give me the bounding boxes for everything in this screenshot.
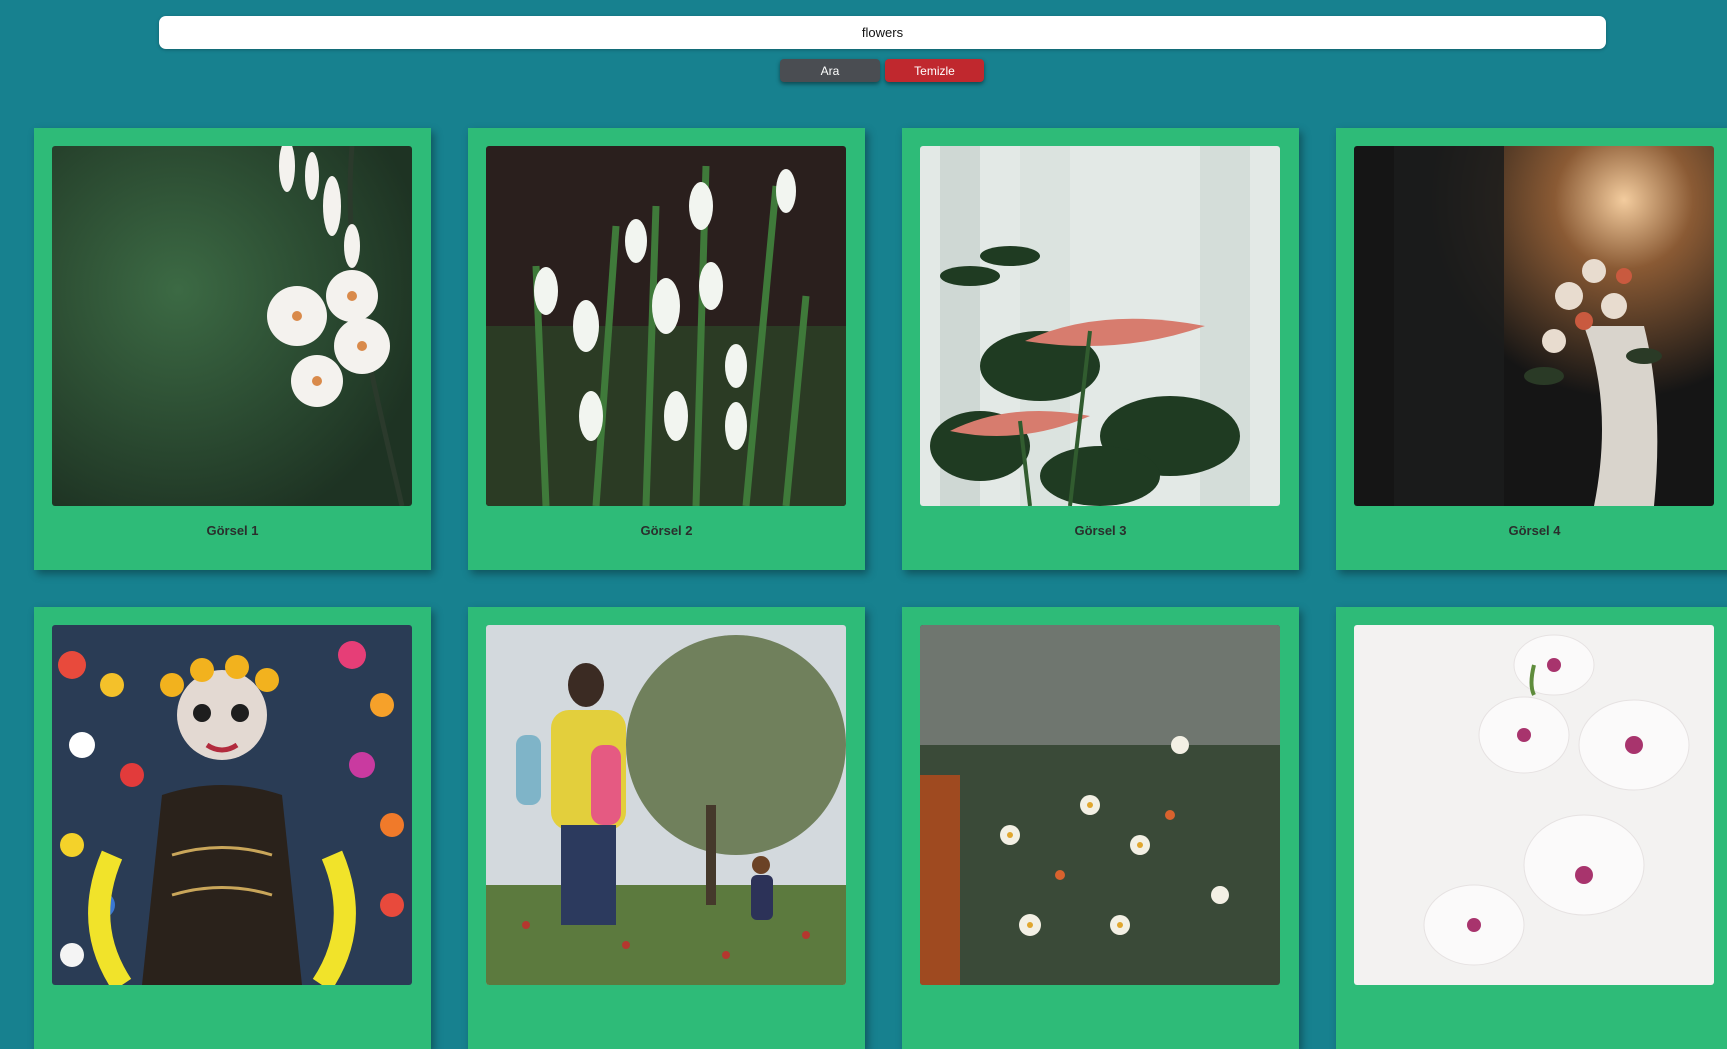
gallery-card[interactable]: Görsel 4 [1336, 128, 1727, 570]
gallery-card[interactable] [902, 607, 1299, 1049]
gallery-caption: Görsel 1 [206, 523, 259, 538]
gallery-card[interactable]: Görsel 1 [34, 128, 431, 570]
family-field-image [486, 625, 846, 985]
search-actions: Ara Temizle [780, 59, 984, 82]
clear-button[interactable]: Temizle [885, 59, 984, 82]
gallery-card[interactable]: Görsel 3 [902, 128, 1299, 570]
gallery-caption: Görsel 4 [1508, 523, 1561, 538]
gallery-card[interactable]: Görsel 2 [468, 128, 865, 570]
bridal-bouquet-image [1354, 146, 1714, 506]
flower-crown-woman-image [52, 625, 412, 985]
gallery-image[interactable] [1354, 625, 1714, 985]
gallery-card[interactable] [468, 607, 865, 1049]
gallery-image[interactable] [52, 625, 412, 985]
gallery-card[interactable] [1336, 607, 1727, 1049]
snowdrop-image [486, 146, 846, 506]
gallery-image[interactable] [920, 146, 1280, 506]
gallery-image[interactable] [920, 625, 1280, 985]
gallery-card[interactable] [34, 607, 431, 1049]
search-button[interactable]: Ara [780, 59, 880, 82]
white-lily-image [52, 146, 412, 506]
gallery-image[interactable] [1354, 146, 1714, 506]
gallery-caption: Görsel 2 [640, 523, 693, 538]
gallery-image[interactable] [52, 146, 412, 506]
search-input[interactable] [159, 16, 1606, 49]
daisy-meadow-image [920, 625, 1280, 985]
gallery-caption: Görsel 3 [1074, 523, 1127, 538]
white-orchid-image [1354, 625, 1714, 985]
gallery-image[interactable] [486, 146, 846, 506]
anthurium-image [920, 146, 1280, 506]
gallery-image[interactable] [486, 625, 846, 985]
